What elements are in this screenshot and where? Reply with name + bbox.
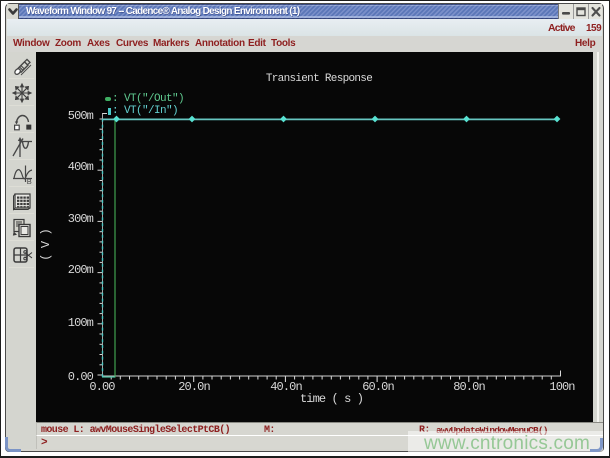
svg-text:B: B <box>26 177 31 185</box>
